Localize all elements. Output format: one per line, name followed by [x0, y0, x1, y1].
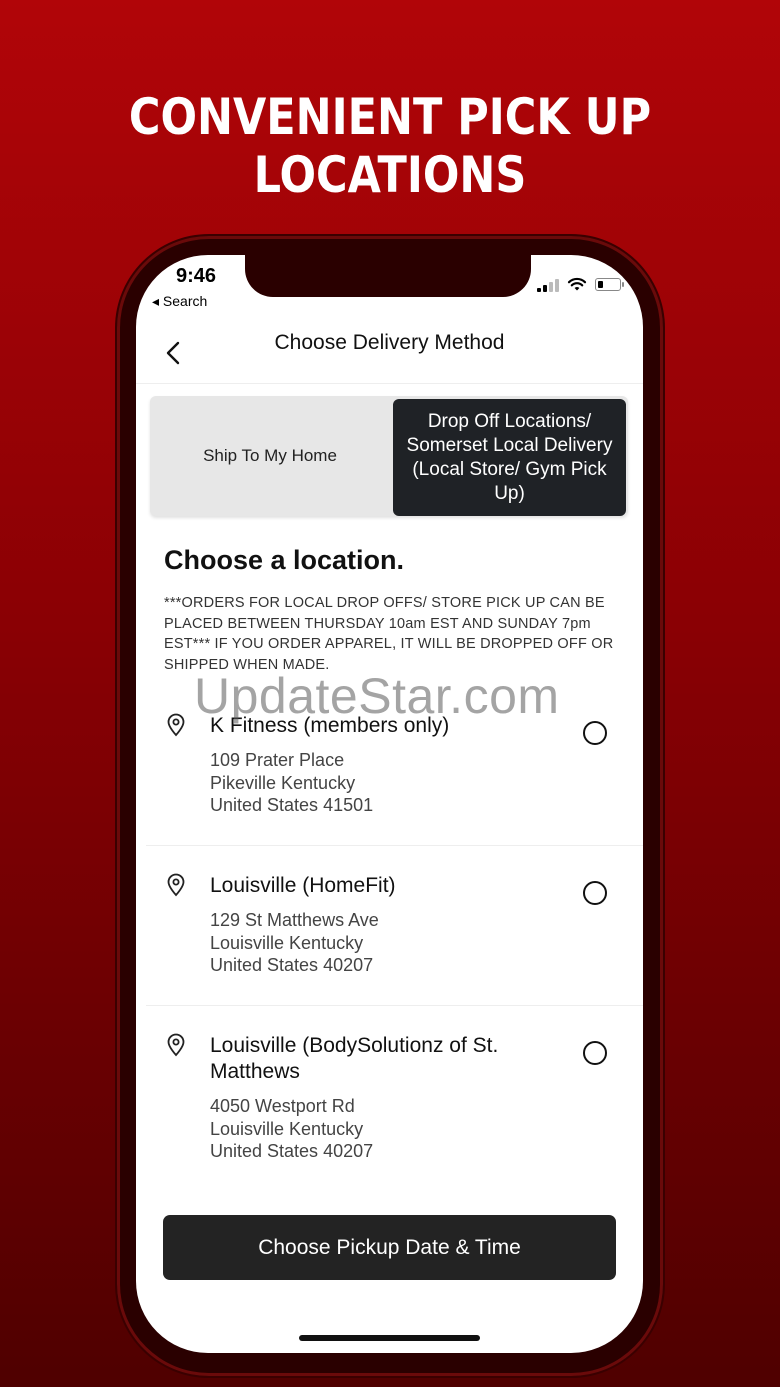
divider — [146, 845, 643, 846]
ship-to-home-option[interactable]: Ship To My Home — [150, 396, 390, 516]
delivery-method-toggle: Ship To My Home Drop Off Locations/ Some… — [150, 396, 628, 516]
location-radio[interactable] — [583, 721, 607, 745]
phone-screen: 9:46 ◂ Search Choose Delivery Method Shi… — [136, 255, 643, 1353]
address-street: 129 St Matthews Ave — [210, 910, 379, 930]
wifi-icon — [567, 277, 587, 291]
address-city: Pikeville Kentucky — [210, 772, 356, 793]
choose-pickup-date-time-button[interactable]: Choose Pickup Date & Time — [163, 1215, 616, 1280]
location-address: 129 St Matthews Ave Louisville Kentucky … — [210, 909, 379, 977]
watermark: UpdateStar.com — [194, 668, 560, 724]
address-city: Louisville Kentucky — [210, 1118, 364, 1139]
location-radio[interactable] — [583, 881, 607, 905]
address-city: Louisville Kentucky — [210, 932, 364, 953]
status-time: 9:46 — [176, 265, 217, 287]
home-indicator — [299, 1335, 480, 1341]
page-title: Choose Delivery Method — [274, 331, 505, 354]
address-country-zip: United States 40207 — [210, 1141, 374, 1161]
address-street: 4050 Westport Rd — [210, 1096, 355, 1116]
status-icons — [537, 277, 624, 292]
location-address: 4050 Westport Rd Louisville Kentucky Uni… — [210, 1095, 373, 1163]
address-country-zip: United States 40207 — [210, 955, 374, 975]
headline: CONVENIENT PICK UP LOCATIONS — [128, 88, 652, 204]
battery-icon — [595, 278, 624, 291]
map-pin-icon — [167, 1033, 185, 1057]
map-pin-icon — [167, 713, 185, 737]
phone-notch — [245, 255, 531, 297]
location-address: 109 Prater Place Pikeville Kentucky Unit… — [210, 749, 373, 817]
drop-off-locations-option[interactable]: Drop Off Locations/ Somerset Local Deliv… — [393, 399, 626, 516]
section-title: Choose a location. — [164, 545, 405, 575]
location-name: Louisville (HomeFit) — [210, 874, 396, 897]
order-notice: ***ORDERS FOR LOCAL DROP OFFS/ STORE PIC… — [164, 595, 614, 673]
location-radio[interactable] — [583, 1041, 607, 1065]
back-to-search-link[interactable]: ◂ Search — [152, 293, 207, 310]
address-country-zip: United States 41501 — [210, 795, 374, 815]
divider — [146, 1005, 643, 1006]
map-pin-icon — [167, 873, 185, 897]
cellular-signal-icon — [537, 278, 559, 292]
address-street: 109 Prater Place — [210, 750, 345, 770]
location-name: Louisville (BodySolutionz of St. Matthew… — [210, 1034, 499, 1083]
